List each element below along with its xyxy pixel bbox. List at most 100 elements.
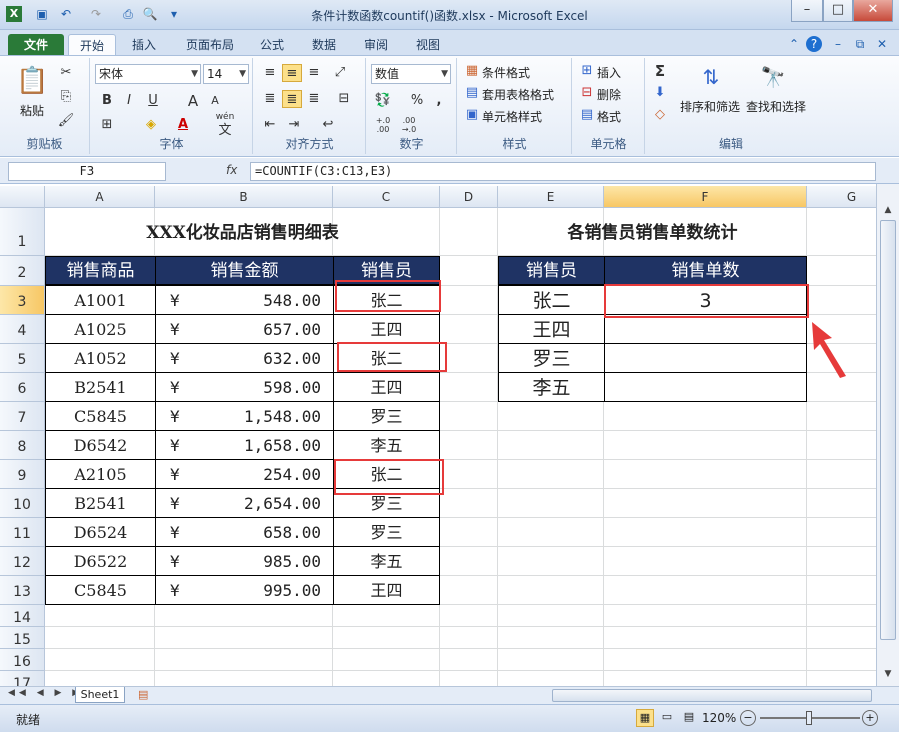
- comma-button[interactable]: ,: [429, 92, 449, 110]
- seller-cell[interactable]: 王四: [333, 575, 440, 605]
- scroll-up-icon[interactable]: ▲: [880, 202, 896, 218]
- insert-cells-icon[interactable]: ⊞: [577, 62, 597, 80]
- row-header[interactable]: 1: [0, 208, 45, 256]
- product-cell[interactable]: A1001: [45, 285, 156, 315]
- find-select-icon[interactable]: 🔭: [758, 62, 788, 92]
- row-header[interactable]: 5: [0, 344, 45, 373]
- cell-style-icon[interactable]: ▣: [462, 106, 482, 124]
- format-painter-icon[interactable]: 🖌: [56, 112, 76, 130]
- autosum-button[interactable]: Σ: [650, 62, 670, 80]
- zoom-slider-thumb[interactable]: [806, 711, 812, 725]
- amount-cell[interactable]: ¥1,548.00: [155, 401, 334, 431]
- conditional-format-button[interactable]: 条件格式: [482, 64, 530, 81]
- delete-cells-button[interactable]: 删除: [597, 86, 621, 103]
- cell-style-button[interactable]: 单元格样式: [482, 108, 542, 125]
- seller-cell[interactable]: 王四: [333, 372, 440, 402]
- close-button[interactable]: ✕: [853, 0, 893, 22]
- sales-table-title[interactable]: XXX化妆品店销售明细表: [45, 208, 440, 254]
- zoom-level[interactable]: 120%: [702, 711, 736, 725]
- seller-cell[interactable]: 罗三: [333, 517, 440, 547]
- product-cell[interactable]: D6542: [45, 430, 156, 460]
- fill-icon[interactable]: ⬇: [650, 84, 670, 102]
- cut-icon[interactable]: ✂: [56, 64, 76, 82]
- header-seller[interactable]: 销售员: [333, 256, 440, 285]
- font-size-select[interactable]: 14 ▼: [203, 64, 249, 84]
- product-cell[interactable]: A1052: [45, 343, 156, 373]
- seller-cell[interactable]: 王四: [333, 314, 440, 344]
- orientation-icon[interactable]: ⤢: [330, 64, 350, 82]
- align-center-icon[interactable]: ≣: [282, 90, 302, 108]
- align-top-icon[interactable]: ≡: [260, 64, 280, 82]
- find-select-button[interactable]: 查找和选择: [746, 98, 806, 115]
- format-cells-icon[interactable]: ▤: [577, 106, 597, 124]
- stats-count-cell[interactable]: [604, 314, 807, 344]
- column-header-c[interactable]: C: [333, 186, 440, 208]
- row-header[interactable]: 6: [0, 373, 45, 402]
- column-header-d[interactable]: D: [440, 186, 498, 208]
- amount-cell[interactable]: ¥598.00: [155, 372, 334, 402]
- row-header[interactable]: 10: [0, 489, 45, 518]
- table-format-button[interactable]: 套用表格格式: [482, 86, 554, 103]
- amount-cell[interactable]: ¥1,658.00: [155, 430, 334, 460]
- seller-cell[interactable]: 罗三: [333, 401, 440, 431]
- row-header[interactable]: 2: [0, 256, 45, 286]
- row-header[interactable]: 13: [0, 576, 45, 605]
- amount-cell[interactable]: ¥2,654.00: [155, 488, 334, 518]
- seller-cell[interactable]: 李五: [333, 430, 440, 460]
- zoom-out-icon[interactable]: −: [740, 710, 756, 726]
- row-header[interactable]: 3: [0, 286, 45, 315]
- decrease-indent-icon[interactable]: ⇤: [260, 116, 280, 134]
- stats-count-cell[interactable]: [604, 343, 807, 373]
- paste-icon[interactable]: 📋: [16, 64, 48, 98]
- row-header[interactable]: 7: [0, 402, 45, 431]
- tab-view[interactable]: 视图: [408, 34, 448, 56]
- formula-input[interactable]: =COUNTIF(C3:C13,E3): [250, 162, 876, 181]
- help-icon[interactable]: ?: [806, 36, 822, 52]
- worksheet-grid[interactable]: A B C D E F G 1 2 3 4 5 6 7 8 9 10 11 12 13 14 15 16 17 …: [0, 186, 876, 686]
- accounting-format-icon[interactable]: 💱: [373, 92, 393, 110]
- horizontal-scroll-thumb[interactable]: [552, 689, 872, 702]
- conditional-format-icon[interactable]: ▦: [462, 62, 482, 80]
- amount-cell[interactable]: ¥548.00: [155, 285, 334, 315]
- merge-center-icon[interactable]: ⊟: [334, 90, 354, 108]
- page-break-view-icon[interactable]: ▤: [680, 709, 698, 727]
- seller-cell[interactable]: 张二: [333, 343, 440, 373]
- window-minimize-icon[interactable]: –: [830, 36, 846, 52]
- seller-cell[interactable]: 罗三: [333, 488, 440, 518]
- amount-cell[interactable]: ¥995.00: [155, 575, 334, 605]
- table-format-icon[interactable]: ▤: [462, 84, 482, 102]
- row-header[interactable]: 17: [0, 671, 45, 686]
- name-box[interactable]: F3: [8, 162, 166, 181]
- product-cell[interactable]: C5845: [45, 401, 156, 431]
- product-cell[interactable]: B2541: [45, 372, 156, 402]
- row-header[interactable]: 4: [0, 315, 45, 344]
- fill-color-icon[interactable]: ◈: [141, 116, 161, 134]
- vertical-scrollbar[interactable]: ▲ ▼: [876, 184, 899, 686]
- borders-icon[interactable]: ⊞: [97, 116, 117, 134]
- select-all-corner[interactable]: [0, 186, 45, 208]
- seller-cell[interactable]: 张二: [333, 285, 440, 315]
- sort-filter-icon[interactable]: ⇅: [696, 62, 726, 92]
- tab-formulas[interactable]: 公式: [252, 34, 292, 56]
- column-header-b[interactable]: B: [155, 186, 333, 208]
- product-cell[interactable]: A1025: [45, 314, 156, 344]
- row-header[interactable]: 15: [0, 627, 45, 649]
- align-middle-icon[interactable]: ≡: [282, 64, 302, 82]
- increase-indent-icon[interactable]: ⇥: [284, 116, 304, 134]
- row-header[interactable]: 12: [0, 547, 45, 576]
- stats-seller-cell[interactable]: 王四: [498, 314, 605, 344]
- italic-button[interactable]: I: [119, 92, 139, 110]
- number-format-select[interactable]: 数值 ▼: [371, 64, 451, 84]
- tab-file[interactable]: 文件: [8, 34, 64, 56]
- font-family-select[interactable]: 宋体 ▼: [95, 64, 201, 84]
- underline-button[interactable]: U: [143, 92, 163, 110]
- bold-button[interactable]: B: [97, 92, 117, 110]
- align-right-icon[interactable]: ≣: [304, 90, 324, 108]
- font-color-button[interactable]: A: [173, 116, 193, 134]
- tab-review[interactable]: 审阅: [356, 34, 396, 56]
- sheet-tab-sheet1[interactable]: Sheet1: [75, 687, 125, 703]
- format-cells-button[interactable]: 格式: [597, 108, 621, 125]
- product-cell[interactable]: A2105: [45, 459, 156, 489]
- align-left-icon[interactable]: ≣: [260, 90, 280, 108]
- minimize-ribbon-icon[interactable]: ⌃: [786, 36, 802, 52]
